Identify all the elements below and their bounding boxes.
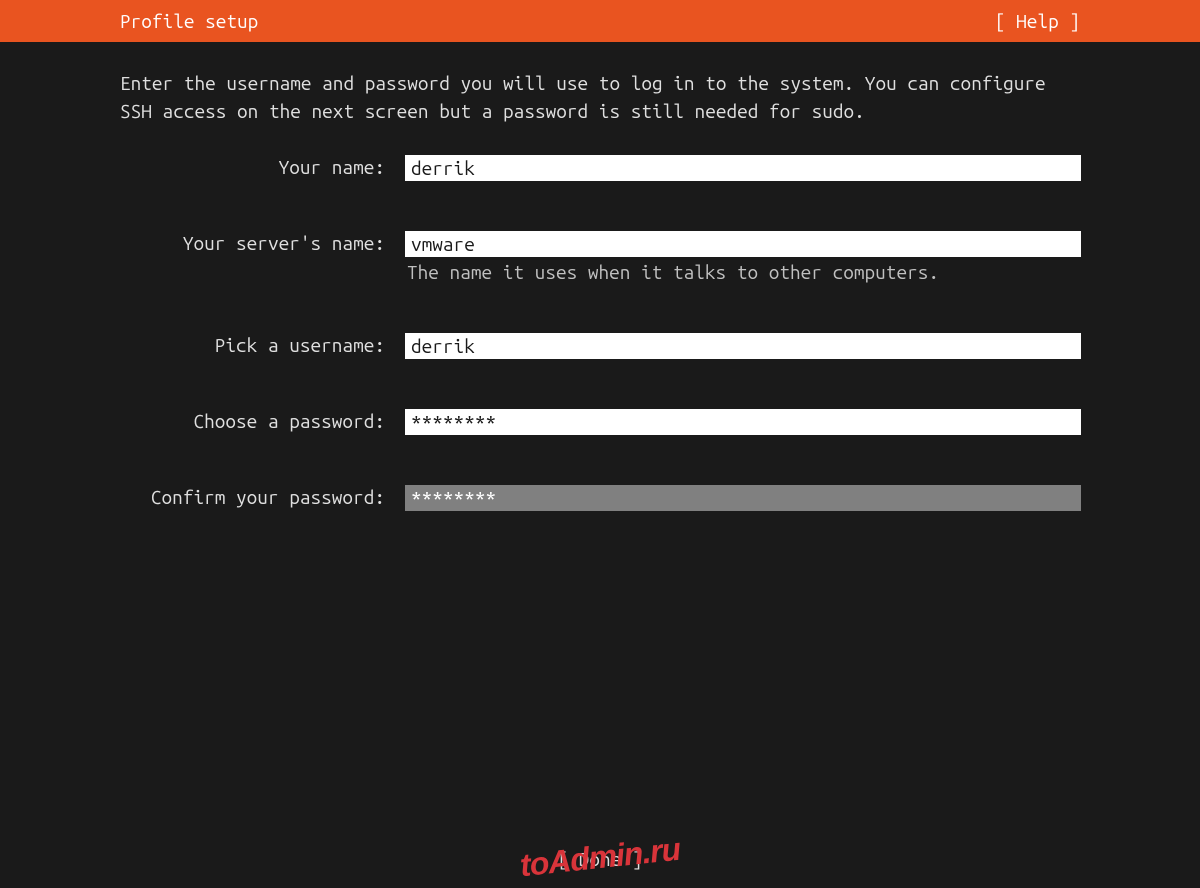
confirm-password-input[interactable]: ******** [405, 485, 1081, 511]
header-bar: Profile setup [ Help ] [0, 0, 1200, 42]
form-row-your-name: Your name: derrik [120, 155, 1080, 181]
confirm-password-label: Confirm your password: [120, 485, 405, 508]
form-row-username: Pick a username: derrik [120, 333, 1080, 359]
your-name-label: Your name: [120, 155, 405, 178]
password-label: Choose a password: [120, 409, 405, 432]
done-button[interactable]: [ Done ] [557, 848, 642, 870]
help-button[interactable]: [ Help ] [995, 10, 1080, 32]
page-title: Profile setup [120, 10, 258, 32]
instructions-text: Enter the username and password you will… [120, 70, 1080, 125]
form-row-confirm-password: Confirm your password: ******** [120, 485, 1080, 511]
username-input[interactable]: derrik [405, 333, 1081, 359]
server-name-input[interactable]: vmware [405, 231, 1081, 257]
username-label: Pick a username: [120, 333, 405, 356]
form-row-server-name: Your server's name: vmware The name it u… [120, 231, 1080, 283]
footer: [ Done ] [0, 848, 1200, 870]
server-name-label: Your server's name: [120, 231, 405, 254]
main-content: Enter the username and password you will… [0, 42, 1200, 511]
password-input[interactable]: ******** [405, 409, 1081, 435]
your-name-input[interactable]: derrik [405, 155, 1081, 181]
server-name-hint: The name it uses when it talks to other … [405, 261, 1081, 283]
form-row-password: Choose a password: ******** [120, 409, 1080, 435]
